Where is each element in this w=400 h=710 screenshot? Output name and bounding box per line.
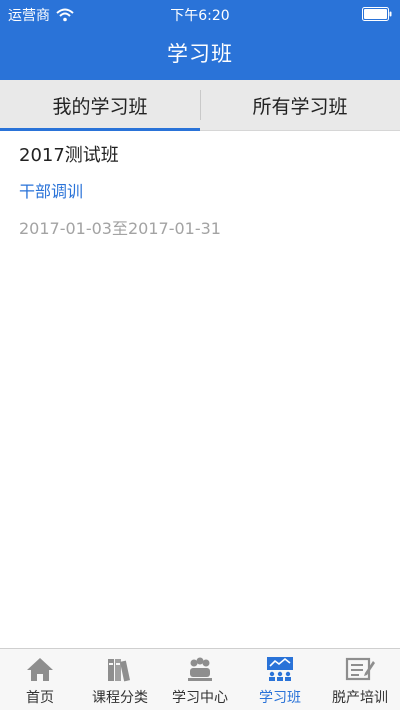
tabbar-label-course-categories: 课程分类 — [92, 690, 148, 706]
tabbar-label-classes: 学习班 — [259, 690, 301, 706]
people-icon — [188, 657, 212, 681]
segment-tabs: 我的学习班 所有学习班 — [0, 80, 400, 131]
home-icon — [27, 658, 53, 681]
header: 运营商 下午6:20 学习班 — [0, 0, 400, 80]
class-board-icon — [267, 657, 293, 681]
class-dates: 2017-01-03至2017-01-31 — [19, 219, 221, 238]
class-list-item[interactable]: 2017测试班 干部调训 2017-01-03至2017-01-31 — [19, 143, 381, 241]
class-list: 2017测试班 干部调训 2017-01-03至2017-01-31 — [0, 131, 400, 648]
screen: 运营商 下午6:20 学习班 我的学习班 所有学习班 2017测试班 干部调训 — [0, 0, 400, 710]
tabbar-item-learning-center[interactable]: 学习中心 — [160, 649, 240, 710]
tabbar-label-offjob-training: 脱产培训 — [332, 690, 388, 706]
class-category: 干部调训 — [19, 182, 84, 201]
tabbar-item-offjob-training[interactable]: 脱产培训 — [320, 649, 400, 710]
status-time: 下午6:20 — [170, 8, 230, 24]
books-icon — [108, 659, 131, 682]
tab-my-classes[interactable]: 我的学习班 — [0, 80, 200, 131]
tabbar-item-course-categories[interactable]: 课程分类 — [80, 649, 160, 710]
battery-icon — [362, 7, 392, 21]
tabbar-label-home: 首页 — [26, 690, 54, 706]
page-title: 学习班 — [167, 42, 233, 66]
bottom-tab-bar: 首页 课程分类 学习中心 学习班 脱产培训 — [0, 648, 400, 710]
class-title: 2017测试班 — [19, 145, 119, 166]
tabbar-label-learning-center: 学习中心 — [172, 690, 228, 706]
tab-divider — [200, 90, 201, 120]
tabbar-item-classes[interactable]: 学习班 — [240, 649, 320, 710]
training-edit-icon — [345, 657, 375, 681]
status-bar: 运营商 下午6:20 — [0, 0, 400, 28]
tabbar-item-home[interactable]: 首页 — [0, 649, 80, 710]
tab-all-classes[interactable]: 所有学习班 — [200, 80, 400, 130]
